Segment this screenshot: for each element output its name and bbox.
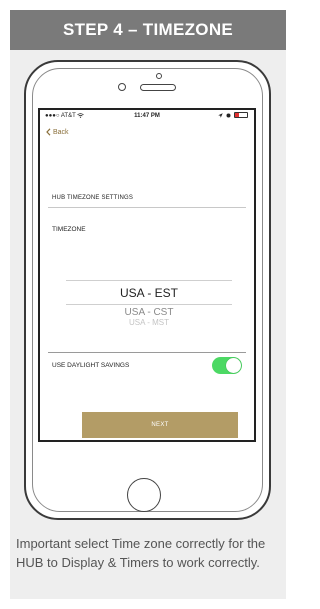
picker-option[interactable]: USA - MST [66, 318, 232, 327]
picker-option-selected[interactable]: USA - EST [66, 281, 232, 304]
timezone-picker[interactable]: USA - EST USA - CST USA - MST [66, 280, 232, 327]
alarm-icon [226, 113, 231, 117]
section-title: HUB TIMEZONE SETTINGS [52, 195, 134, 201]
location-icon [218, 112, 223, 118]
battery-icon [234, 112, 248, 118]
timezone-label: TIMEZONE [52, 226, 86, 233]
status-right [218, 112, 248, 118]
speaker-grille [140, 84, 176, 91]
home-button[interactable] [127, 478, 161, 512]
chevron-left-icon [46, 128, 51, 136]
front-camera-icon [118, 83, 126, 91]
step-card: STEP 4 – TIMEZONE ●●●○ AT&T 11:47 PM Bac… [0, 0, 296, 609]
step-header: STEP 4 – TIMEZONE [10, 10, 286, 50]
next-button[interactable]: NEXT [82, 412, 238, 438]
back-button[interactable]: Back [46, 128, 69, 136]
daylight-savings-label: USE DAYLIGHT SAVINGS [52, 362, 130, 369]
divider [48, 207, 246, 208]
daylight-savings-toggle[interactable] [212, 357, 242, 374]
camera-icon [156, 73, 162, 79]
divider [48, 352, 246, 353]
caption-text: Important select Time zone correctly for… [16, 536, 266, 570]
toggle-knob [226, 358, 241, 373]
picker-option[interactable]: USA - CST [66, 305, 232, 318]
step-title: STEP 4 – TIMEZONE [62, 20, 234, 39]
status-bar: ●●●○ AT&T 11:47 PM [40, 110, 254, 124]
next-label: NEXT [151, 422, 169, 428]
phone-screen: ●●●○ AT&T 11:47 PM Back HUB TIMEZONE SET… [38, 108, 256, 442]
back-label: Back [53, 128, 69, 136]
